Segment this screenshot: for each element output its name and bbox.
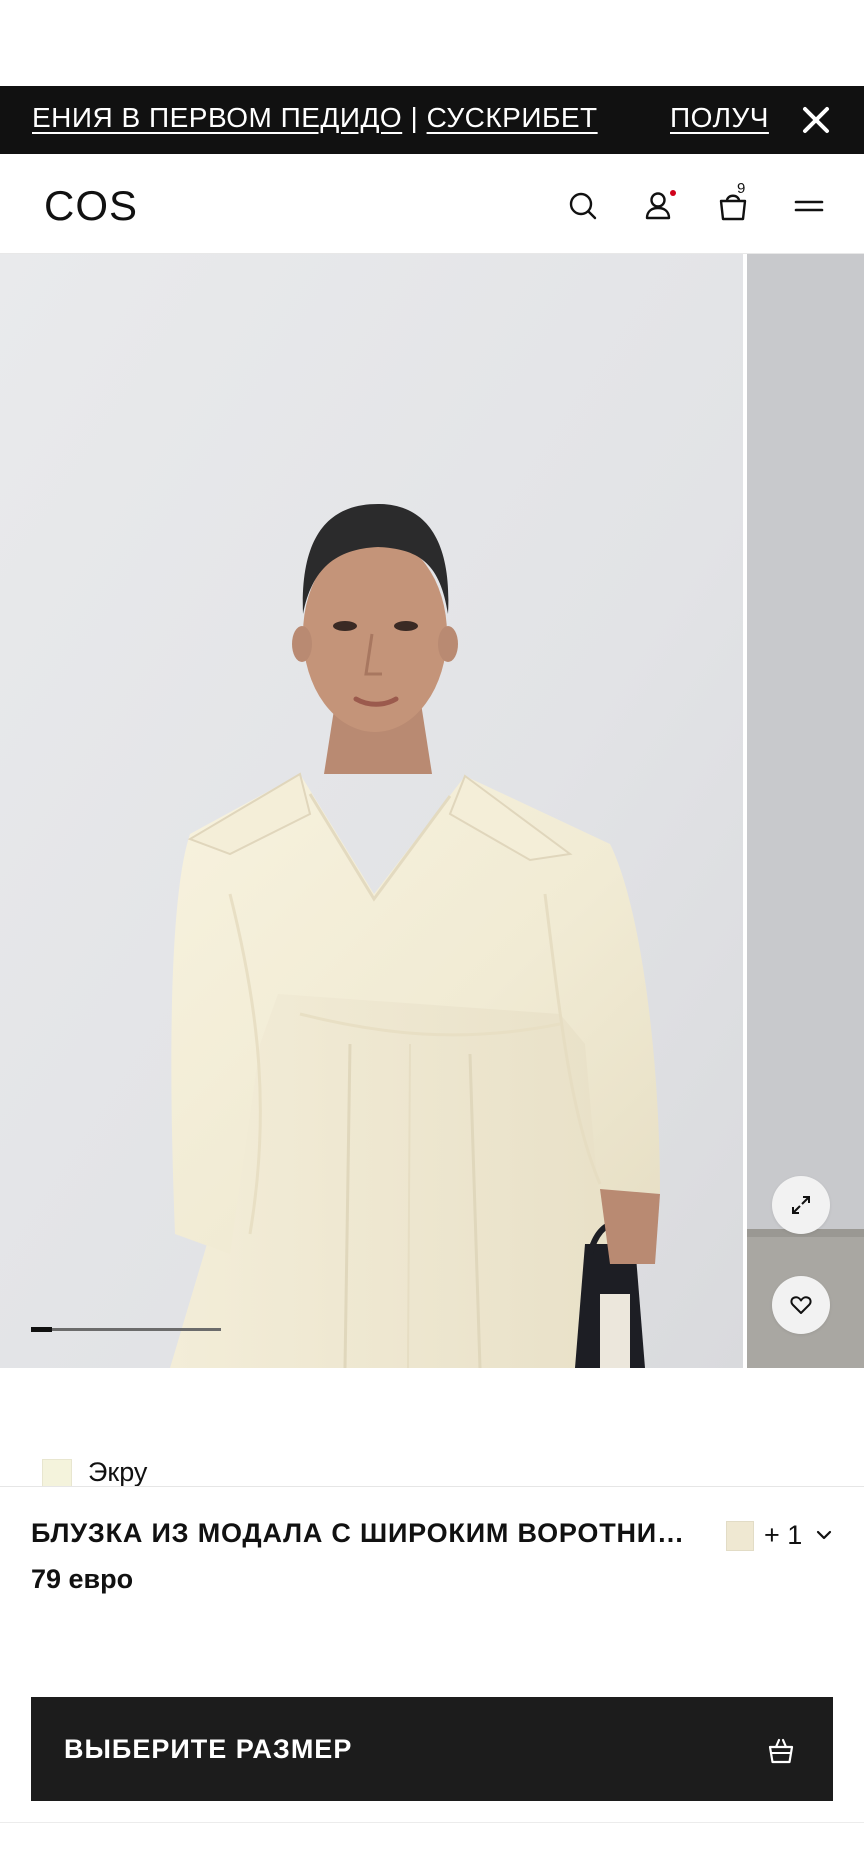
- promo-text-secondary[interactable]: СУСКРИБЕТ: [427, 102, 598, 133]
- color-swatch-ecru[interactable]: [42, 1459, 72, 1489]
- promo-message-next[interactable]: ПОЛУЧ: [670, 100, 769, 136]
- bag-button[interactable]: 9: [713, 180, 753, 226]
- account-notification-dot: [670, 190, 676, 196]
- select-size-button[interactable]: ВЫБЕРИТЕ РАЗМЕР: [31, 1697, 833, 1801]
- divider: [0, 1822, 864, 1823]
- color-name: Экру: [88, 1457, 148, 1487]
- account-button[interactable]: [638, 186, 678, 226]
- color-selector[interactable]: Экру: [0, 1440, 864, 1489]
- promo-text-next[interactable]: ПОЛУЧ: [670, 102, 769, 133]
- chevron-down-icon[interactable]: [814, 1525, 834, 1545]
- close-icon: [803, 107, 829, 133]
- wishlist-button[interactable]: [772, 1276, 830, 1334]
- product-gallery[interactable]: [0, 254, 864, 1368]
- product-price: 79 евро: [31, 1564, 134, 1594]
- promo-banner: ЕНИЯ В ПЕРВОМ ПЕДИДО | СУСКРИБЕТ ПОЛУЧ: [0, 86, 864, 154]
- product-title: БЛУЗКА ИЗ МОДАЛА С ШИРОКИМ ВОРОТНИКОМ: [31, 1518, 691, 1548]
- promo-message[interactable]: ЕНИЯ В ПЕРВОМ ПЕДИДО | СУСКРИБЕТ: [32, 100, 598, 136]
- gallery-progress-fill: [31, 1327, 52, 1332]
- promo-marquee: ЕНИЯ В ПЕРВОМ ПЕДИДО | СУСКРИБЕТ ПОЛУЧ: [32, 86, 772, 154]
- status-bar-area: [0, 0, 864, 86]
- menu-button[interactable]: [789, 186, 829, 226]
- promo-close-button[interactable]: [796, 100, 836, 140]
- product-image[interactable]: [0, 254, 743, 1368]
- variant-swatch[interactable]: [726, 1521, 754, 1551]
- menu-icon: [794, 200, 824, 212]
- select-size-label: ВЫБЕРИТЕ РАЗМЕР: [64, 1734, 353, 1764]
- gallery-progress: [31, 1327, 221, 1332]
- promo-separator: |: [402, 102, 427, 133]
- search-icon: [569, 192, 597, 220]
- expand-icon: [792, 1196, 810, 1214]
- promo-text-primary[interactable]: ЕНИЯ В ПЕРВОМ ПЕДИДО: [32, 102, 402, 133]
- brand-logo[interactable]: COS: [44, 182, 138, 230]
- bag-count-badge: 9: [737, 180, 746, 197]
- expand-image-button[interactable]: [772, 1176, 830, 1234]
- bag-icon: [768, 1738, 794, 1764]
- product-photo: [0, 254, 743, 1368]
- variant-count[interactable]: + 1: [764, 1517, 802, 1553]
- site-header: COS 9: [0, 154, 864, 254]
- heart-icon: [790, 1296, 812, 1314]
- product-sticky-panel: БЛУЗКА ИЗ МОДАЛА С ШИРОКИМ ВОРОТНИКОМ 79…: [0, 1486, 864, 1872]
- search-button[interactable]: [563, 186, 603, 226]
- bag-icon: [719, 194, 747, 221]
